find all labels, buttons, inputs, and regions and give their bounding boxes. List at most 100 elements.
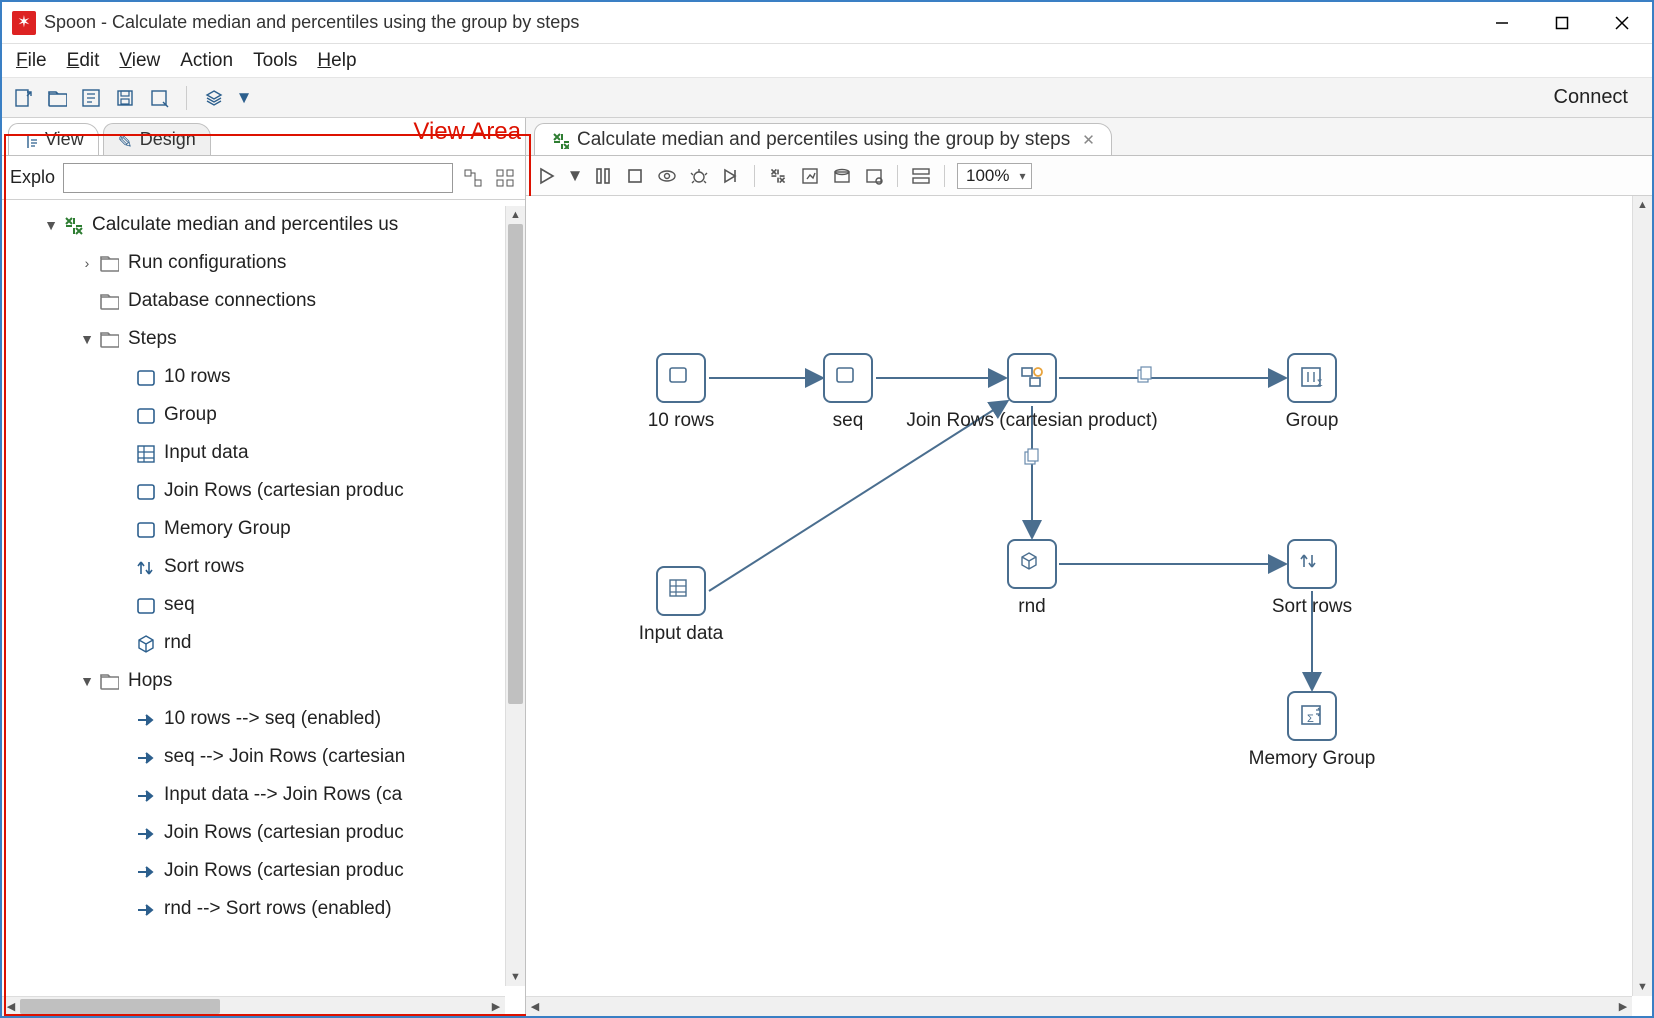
pause-icon[interactable] bbox=[592, 165, 614, 187]
canvas-panel: Calculate median and percentiles using t… bbox=[526, 118, 1652, 1016]
node-memory-group[interactable]: Σ bbox=[1287, 691, 1337, 741]
hop-icon bbox=[134, 746, 156, 768]
verify-icon[interactable] bbox=[767, 165, 789, 187]
search-label: Explo bbox=[10, 167, 55, 188]
node-group[interactable]: Σ bbox=[1287, 353, 1337, 403]
node-label: rnd bbox=[1018, 596, 1045, 618]
node-label: Group bbox=[1286, 410, 1339, 432]
tree-step-item[interactable]: Group bbox=[2, 396, 501, 434]
tree-step-item[interactable]: Join Rows (cartesian produc bbox=[2, 472, 501, 510]
menu-tools[interactable]: Tools bbox=[253, 50, 297, 72]
tree-hop-item[interactable]: Join Rows (cartesian produc bbox=[2, 814, 501, 852]
sidebar: View ✎ Design View Area Explo ▼ bbox=[2, 118, 526, 1016]
node-input-data[interactable] bbox=[656, 566, 706, 616]
menu-file[interactable]: File bbox=[16, 50, 47, 72]
node-label: Sort rows bbox=[1272, 596, 1352, 618]
perspective-dropdown-icon[interactable]: ▼ bbox=[237, 87, 251, 109]
node-rnd[interactable] bbox=[1007, 539, 1057, 589]
canvas-scrollbar-vertical[interactable]: ▲▼ bbox=[1632, 196, 1652, 996]
collapse-all-icon[interactable] bbox=[493, 166, 517, 190]
tree-scrollbar-horizontal[interactable]: ◀▶ bbox=[2, 996, 505, 1016]
open-icon[interactable] bbox=[46, 87, 68, 109]
menu-action[interactable]: Action bbox=[180, 50, 233, 72]
tab-design[interactable]: ✎ Design bbox=[103, 123, 211, 155]
new-icon[interactable] bbox=[12, 87, 34, 109]
view-tab-icon bbox=[23, 132, 39, 148]
tree: ▼ Calculate median and percentiles us › … bbox=[2, 200, 525, 1016]
close-tab-icon[interactable]: ✕ bbox=[1082, 131, 1095, 149]
canvas-scrollbar-horizontal[interactable]: ◀▶ bbox=[526, 996, 1632, 1016]
hop-icon bbox=[134, 784, 156, 806]
titlebar: ✶ Spoon - Calculate median and percentil… bbox=[2, 2, 1652, 44]
canvas-tab[interactable]: Calculate median and percentiles using t… bbox=[534, 123, 1112, 155]
menu-help[interactable]: Help bbox=[317, 50, 356, 72]
tree-step-item[interactable]: Input data bbox=[2, 434, 501, 472]
saveas-icon[interactable] bbox=[148, 87, 170, 109]
expand-all-icon[interactable] bbox=[461, 166, 485, 190]
tree-hop-item[interactable]: Join Rows (cartesian produc bbox=[2, 852, 501, 890]
app-window: ✶ Spoon - Calculate median and percentil… bbox=[0, 0, 1654, 1018]
hop-icon bbox=[134, 708, 156, 730]
run-dropdown-icon[interactable]: ▼ bbox=[568, 165, 582, 187]
tree-steps[interactable]: ▼ Steps bbox=[2, 320, 501, 358]
debug-icon[interactable] bbox=[688, 165, 710, 187]
tree-db-connections[interactable]: Database connections bbox=[2, 282, 501, 320]
menu-view[interactable]: View bbox=[119, 50, 160, 72]
menu-edit[interactable]: Edit bbox=[67, 50, 100, 72]
hop-icon bbox=[134, 822, 156, 844]
impact-icon[interactable] bbox=[799, 165, 821, 187]
node-sort-rows[interactable] bbox=[1287, 539, 1337, 589]
search-input[interactable] bbox=[63, 163, 453, 193]
node-label: seq bbox=[833, 410, 864, 432]
window-title: Spoon - Calculate median and percentiles… bbox=[44, 12, 1472, 33]
step-icon bbox=[134, 442, 156, 464]
tree-hop-item[interactable]: rnd --> Sort rows (enabled) bbox=[2, 890, 501, 928]
show-results-icon[interactable] bbox=[910, 165, 932, 187]
close-button[interactable] bbox=[1592, 2, 1652, 43]
step-icon bbox=[134, 518, 156, 540]
replay-icon[interactable] bbox=[720, 165, 742, 187]
explore-db-icon[interactable] bbox=[863, 165, 885, 187]
canvas-toolbar: ▼ 100% bbox=[526, 156, 1652, 196]
explore-icon[interactable] bbox=[80, 87, 102, 109]
connect-button[interactable]: Connect bbox=[1540, 86, 1643, 109]
tree-hop-item[interactable]: seq --> Join Rows (cartesian bbox=[2, 738, 501, 776]
tree-hops[interactable]: ▼ Hops bbox=[2, 662, 501, 700]
hop-icon bbox=[134, 898, 156, 920]
node-join-rows[interactable] bbox=[1007, 353, 1057, 403]
node-10-rows[interactable] bbox=[656, 353, 706, 403]
canvas[interactable]: 10 rows seq Join Rows (cartesian product… bbox=[526, 196, 1652, 1016]
folder-icon bbox=[98, 252, 120, 274]
view-area-annotation: View Area bbox=[413, 118, 521, 146]
step-icon bbox=[134, 480, 156, 502]
sql-icon[interactable] bbox=[831, 165, 853, 187]
stop-icon[interactable] bbox=[624, 165, 646, 187]
tree-hop-item[interactable]: Input data --> Join Rows (ca bbox=[2, 776, 501, 814]
run-icon[interactable] bbox=[536, 165, 558, 187]
perspective-icon[interactable] bbox=[203, 87, 225, 109]
tree-step-item[interactable]: rnd bbox=[2, 624, 501, 662]
transformation-icon bbox=[551, 131, 569, 149]
node-seq[interactable] bbox=[823, 353, 873, 403]
folder-icon bbox=[98, 670, 120, 692]
hop-badge-icon bbox=[1023, 448, 1041, 466]
tree-root[interactable]: ▼ Calculate median and percentiles us bbox=[2, 206, 501, 244]
maximize-button[interactable] bbox=[1532, 2, 1592, 43]
tree-step-item[interactable]: 10 rows bbox=[2, 358, 501, 396]
minimize-button[interactable] bbox=[1472, 2, 1532, 43]
tab-view[interactable]: View bbox=[8, 123, 99, 155]
svg-text:Σ: Σ bbox=[1307, 713, 1314, 725]
tree-step-item[interactable]: Sort rows bbox=[2, 548, 501, 586]
save-icon[interactable] bbox=[114, 87, 136, 109]
tree-step-item[interactable]: Memory Group bbox=[2, 510, 501, 548]
tree-hop-item[interactable]: 10 rows --> seq (enabled) bbox=[2, 700, 501, 738]
preview-icon[interactable] bbox=[656, 165, 678, 187]
step-icon bbox=[134, 366, 156, 388]
canvas-tabs: Calculate median and percentiles using t… bbox=[526, 118, 1652, 156]
tree-scrollbar-vertical[interactable]: ▲▼ bbox=[505, 206, 525, 986]
tree-run-configurations[interactable]: › Run configurations bbox=[2, 244, 501, 282]
tree-step-item[interactable]: seq bbox=[2, 586, 501, 624]
zoom-select[interactable]: 100% bbox=[957, 163, 1032, 189]
svg-text:Σ: Σ bbox=[1317, 378, 1323, 388]
folder-icon bbox=[98, 290, 120, 312]
